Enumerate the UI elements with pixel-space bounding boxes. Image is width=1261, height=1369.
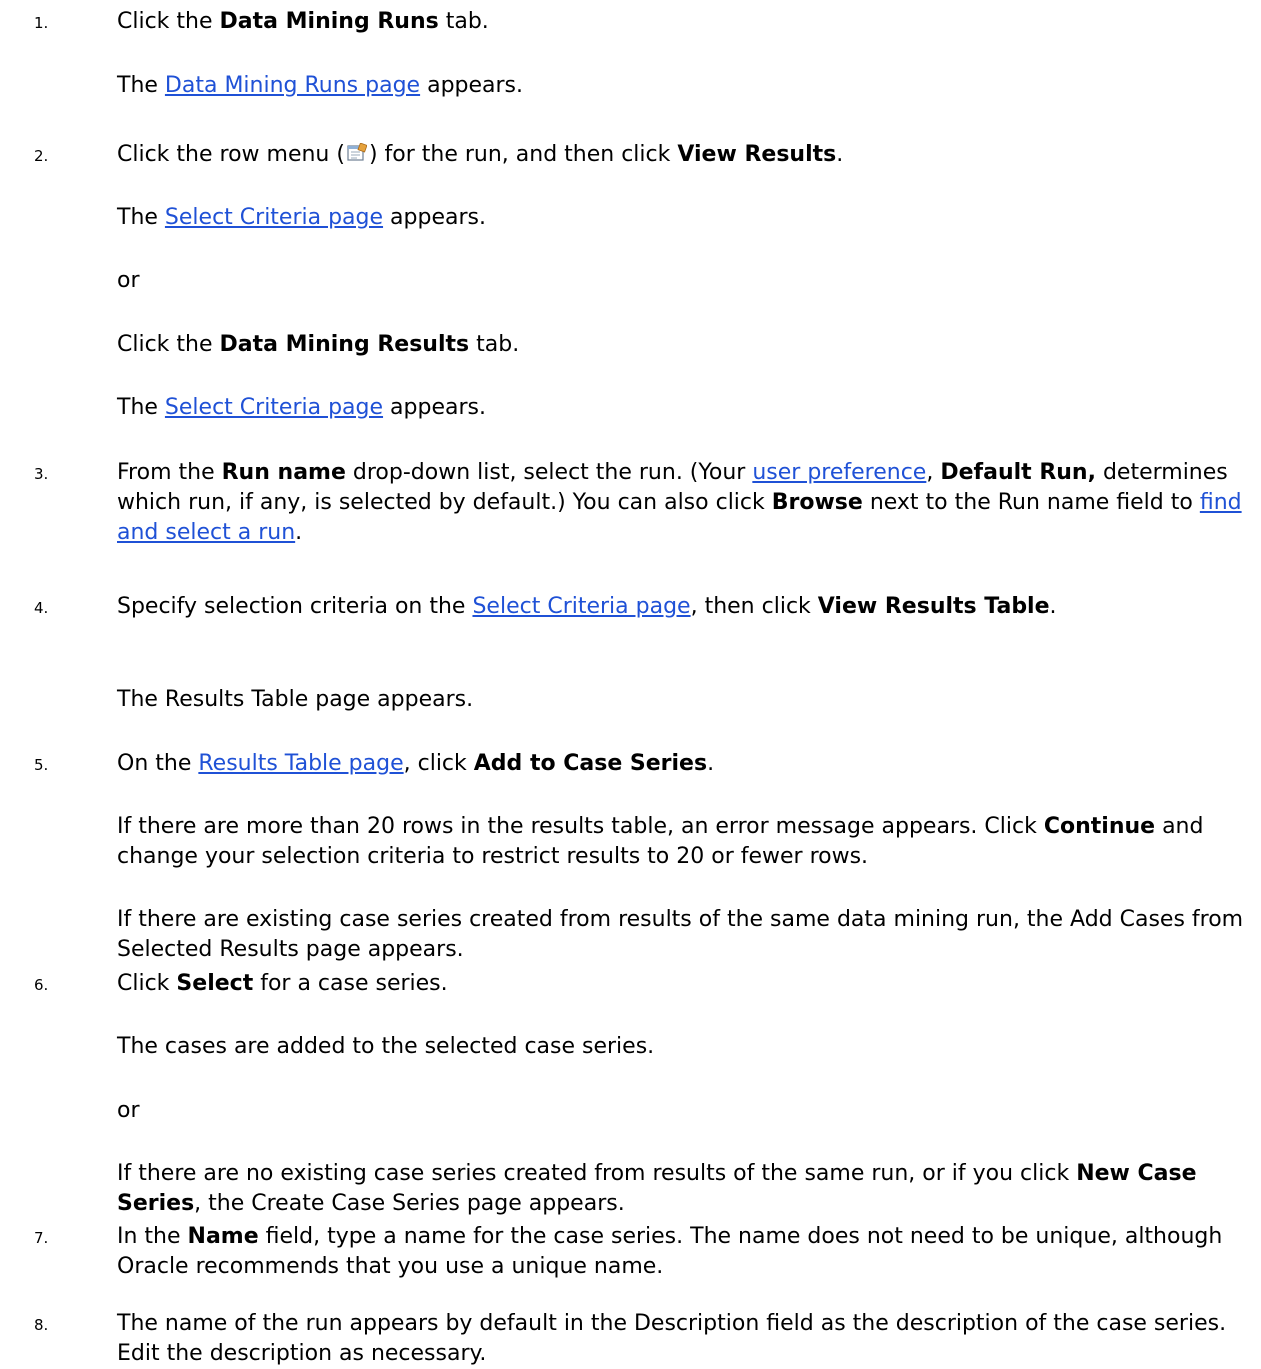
step-number: 8. (34, 1316, 49, 1334)
step-instruction: Click the row menu () for the run, and t… (117, 142, 844, 167)
step-number: 1. (34, 14, 49, 32)
tab-name: Data Mining Results (219, 332, 470, 357)
step-number: 7. (34, 1229, 49, 1247)
step-number: 6. (34, 976, 49, 994)
document-body: 1. Click the Data Mining Runs tab. The D… (0, 0, 1261, 1367)
step-result: The Select Criteria page appears. (117, 205, 486, 230)
step-note: If there are more than 20 rows in the re… (117, 814, 1204, 869)
button-name: Browse (771, 490, 863, 515)
select-criteria-page-link[interactable]: Select Criteria page (165, 205, 383, 230)
step-instruction: From the Run name drop-down list, select… (117, 460, 1242, 545)
step-or: or (117, 1098, 140, 1123)
tab-name: Data Mining Runs (219, 9, 439, 34)
step-result: The Results Table page appears. (117, 687, 474, 712)
select-criteria-page-link[interactable]: Select Criteria page (472, 594, 690, 619)
step-note: If there are existing case series create… (117, 907, 1244, 962)
menu-item-name: View Results (677, 142, 837, 167)
results-table-page-link[interactable]: Results Table page (198, 751, 403, 776)
select-criteria-page-link[interactable]: Select Criteria page (165, 395, 383, 420)
step-result: The Data Mining Runs page appears. (117, 73, 524, 98)
data-mining-runs-page-link[interactable]: Data Mining Runs page (165, 73, 420, 98)
button-name: Add to Case Series (473, 751, 708, 776)
step-result: The cases are added to the selected case… (117, 1034, 655, 1059)
button-name: View Results Table (817, 594, 1050, 619)
user-preference-link[interactable]: user preference (752, 460, 926, 485)
step-instruction: Click Select for a case series. (117, 971, 448, 996)
step-instruction: In the Name field, type a name for the c… (117, 1224, 1223, 1279)
button-name: Select (176, 971, 254, 996)
step-number: 3. (34, 465, 49, 483)
step-or: or (117, 268, 140, 293)
step-number: 5. (34, 756, 49, 774)
step-instruction: Click the Data Mining Runs tab. (117, 9, 489, 34)
row-menu-icon (347, 143, 367, 163)
field-name: Name (187, 1224, 259, 1249)
step-result: The Select Criteria page appears. (117, 395, 486, 420)
preference-name: Default Run, (940, 460, 1096, 485)
step-alternative: Click the Data Mining Results tab. (117, 332, 520, 357)
step-instruction: Specify selection criteria on the Select… (117, 594, 1057, 619)
step-number: 4. (34, 599, 49, 617)
step-instruction: On the Results Table page, click Add to … (117, 751, 715, 776)
button-name: Continue (1043, 814, 1156, 839)
step-instruction: The name of the run appears by default i… (117, 1311, 1227, 1366)
step-number: 2. (34, 147, 49, 165)
step-alternative: If there are no existing case series cre… (117, 1161, 1197, 1216)
field-name: Run name (221, 460, 346, 485)
